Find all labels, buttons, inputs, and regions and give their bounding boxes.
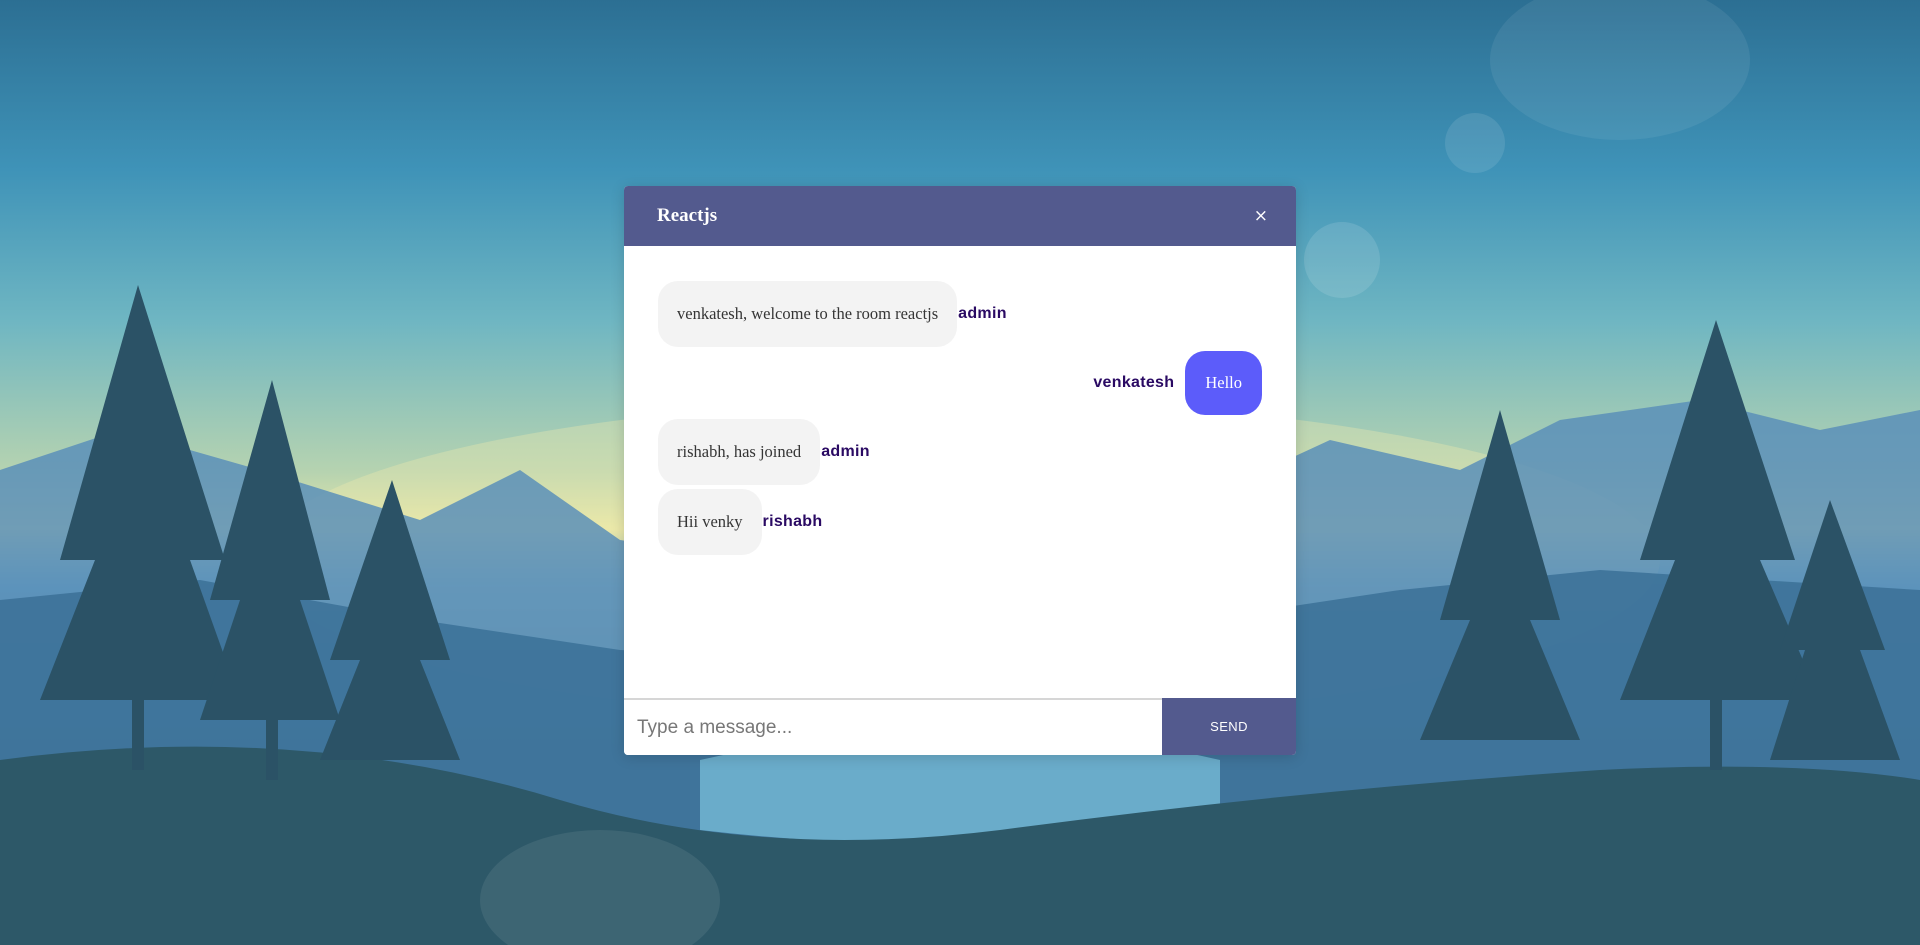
chat-window: Reactjs × venkatesh, welcome to the room…: [624, 186, 1296, 755]
room-title: Reactjs: [657, 205, 718, 226]
message-sender: rishabh: [762, 513, 823, 530]
send-button[interactable]: SEND: [1162, 698, 1296, 755]
message-row: rishabh, has joined admin: [658, 419, 1262, 485]
message-list[interactable]: venkatesh, welcome to the room reactjs a…: [624, 246, 1296, 696]
chat-header: Reactjs ×: [624, 186, 1296, 246]
message-row-own: venkatesh Hello: [658, 351, 1262, 415]
message-bubble: rishabh, has joined: [658, 419, 821, 485]
close-button[interactable]: ×: [1254, 207, 1268, 225]
message-row: Hii venky rishabh: [658, 489, 1262, 555]
message-sender: admin: [821, 443, 870, 460]
message-bubble: venkatesh, welcome to the room reactjs: [658, 281, 958, 347]
message-bubble-own: Hello: [1185, 351, 1262, 415]
message-row: venkatesh, welcome to the room reactjs a…: [658, 281, 1262, 347]
message-input[interactable]: [624, 700, 1162, 755]
message-sender: admin: [958, 305, 1007, 322]
message-bubble: Hii venky: [658, 489, 762, 555]
message-sender: venkatesh: [1093, 374, 1175, 391]
composer-bar: SEND: [624, 698, 1296, 755]
